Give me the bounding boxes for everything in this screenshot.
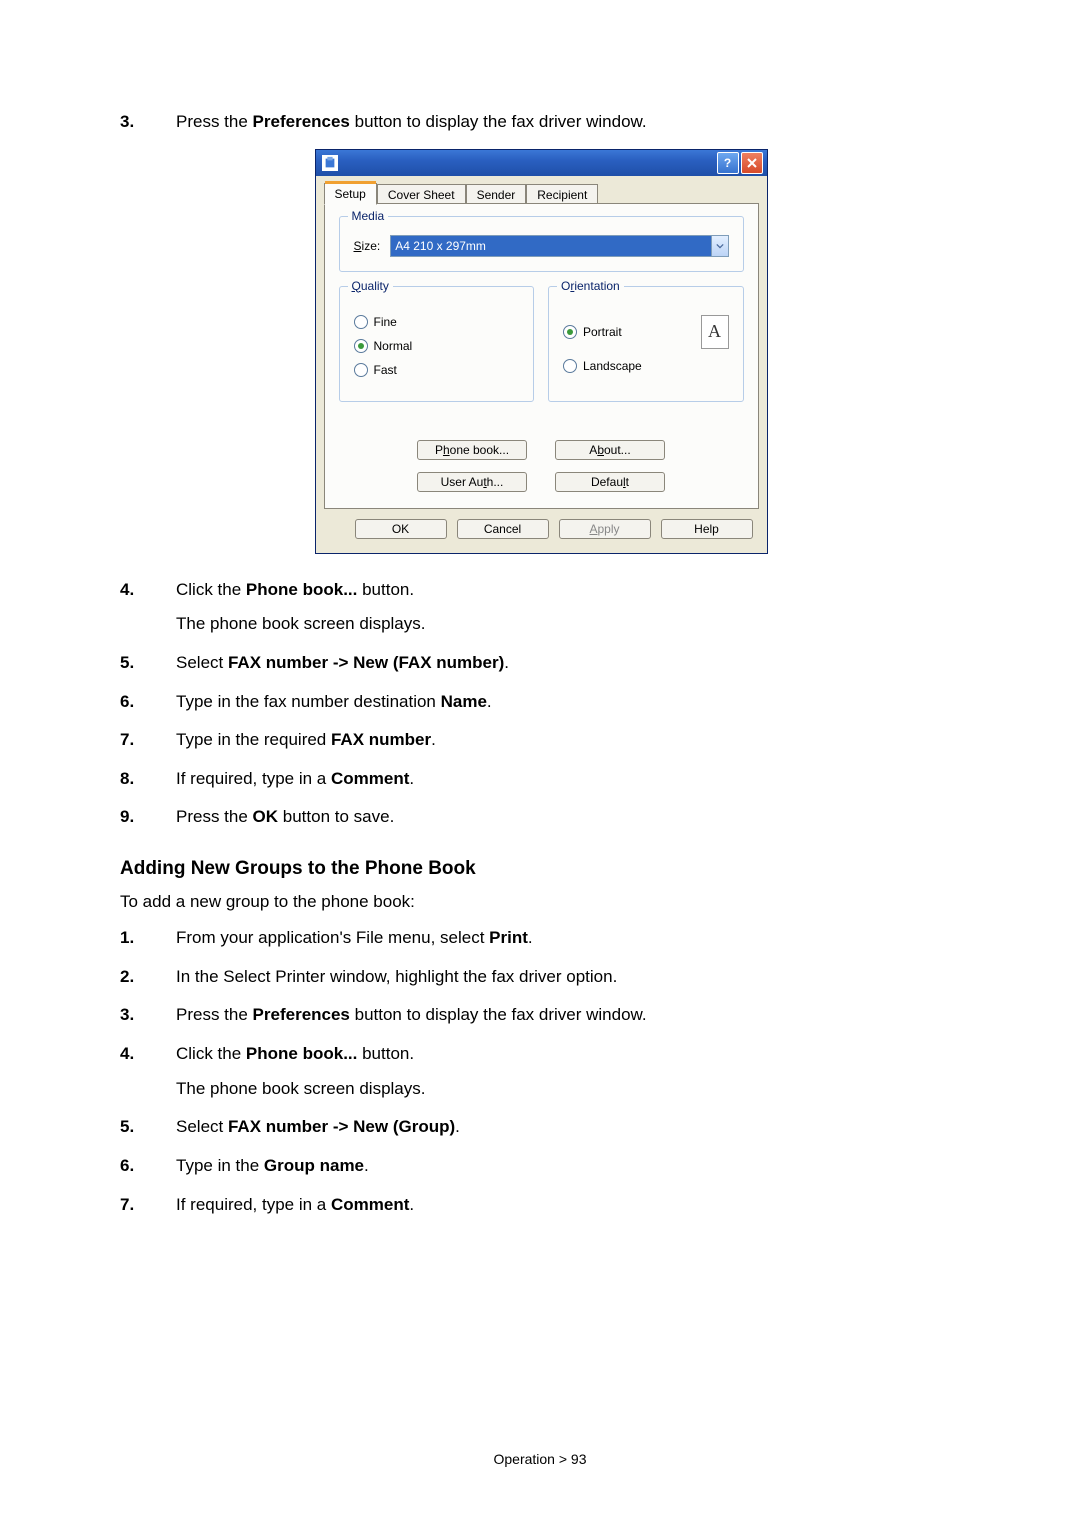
action-row-2: User Auth... Default: [339, 472, 744, 492]
quality-group-title: Quality: [348, 279, 393, 293]
chevron-down-icon[interactable]: [711, 236, 728, 256]
orientation-landscape[interactable]: Landscape: [563, 359, 729, 373]
list-item: 2. In the Select Printer window, highlig…: [120, 965, 960, 990]
app-icon: [322, 155, 338, 171]
step-body: Press the Preferences button to display …: [176, 110, 960, 135]
portrait-preview-icon: A: [701, 315, 729, 349]
tab-cover-sheet[interactable]: Cover Sheet: [377, 184, 466, 205]
quality-fast[interactable]: Fast: [354, 363, 520, 377]
size-combobox[interactable]: A4 210 x 297mm: [390, 235, 728, 257]
list-item: 8. If required, type in a Comment.: [120, 767, 960, 792]
section-intro: To add a new group to the phone book:: [120, 892, 960, 912]
list-item: 5. Select FAX number -> New (Group).: [120, 1115, 960, 1140]
user-auth-button[interactable]: User Auth...: [417, 472, 527, 492]
steps-list-b: 4. Click the Phone book... button. The p…: [120, 578, 960, 830]
media-group-title: Media: [348, 209, 389, 223]
radio-icon: [354, 363, 368, 377]
tab-setup[interactable]: Setup: [324, 183, 377, 205]
fax-driver-dialog-screenshot: ? Setup Cover Sheet Sender Recipient Med…: [315, 149, 766, 554]
list-item: 7. Type in the required FAX number.: [120, 728, 960, 753]
list-item: 7. If required, type in a Comment.: [120, 1193, 960, 1218]
ok-button[interactable]: OK: [355, 519, 447, 539]
size-label: Size:: [354, 239, 381, 253]
list-item: 1. From your application's File menu, se…: [120, 926, 960, 951]
about-button[interactable]: About...: [555, 440, 665, 460]
help-button[interactable]: Help: [661, 519, 753, 539]
page-footer: Operation > 93: [0, 1451, 1080, 1467]
action-row-1: Phone book... About...: [339, 440, 744, 460]
quality-fine[interactable]: Fine: [354, 315, 520, 329]
list-item: 6. Type in the Group name.: [120, 1154, 960, 1179]
cancel-button[interactable]: Cancel: [457, 519, 549, 539]
list-item: 6. Type in the fax number destination Na…: [120, 690, 960, 715]
orientation-group: Orientation Portrait A Landscape: [548, 286, 744, 402]
size-value: A4 210 x 297mm: [391, 236, 710, 256]
dialog-titlebar: ?: [316, 150, 767, 176]
list-item: 4. Click the Phone book... button. The p…: [120, 578, 960, 637]
list-item: 3. Press the Preferences button to displ…: [120, 110, 960, 135]
radio-icon: [563, 325, 577, 339]
radio-icon: [354, 339, 368, 353]
steps-list-c: 1. From your application's File menu, se…: [120, 926, 960, 1217]
tab-sender[interactable]: Sender: [466, 184, 527, 205]
phone-book-button[interactable]: Phone book...: [417, 440, 527, 460]
section-heading: Adding New Groups to the Phone Book: [120, 858, 960, 880]
radio-icon: [354, 315, 368, 329]
list-item: 3. Press the Preferences button to displ…: [120, 1003, 960, 1028]
media-group: Media Size: A4 210 x 297mm: [339, 216, 744, 272]
radio-icon: [563, 359, 577, 373]
tab-recipient[interactable]: Recipient: [526, 184, 598, 205]
default-button[interactable]: Default: [555, 472, 665, 492]
quality-normal[interactable]: Normal: [354, 339, 520, 353]
apply-button[interactable]: Apply: [559, 519, 651, 539]
dialog-window: ? Setup Cover Sheet Sender Recipient Med…: [315, 149, 768, 554]
titlebar-close-button[interactable]: [741, 152, 763, 174]
quality-group: Quality Fine Normal Fast: [339, 286, 535, 402]
step-number: 3.: [120, 110, 176, 135]
tab-strip: Setup Cover Sheet Sender Recipient: [324, 182, 759, 204]
dialog-client-area: Setup Cover Sheet Sender Recipient Media…: [316, 176, 767, 553]
tab-panel-setup: Media Size: A4 210 x 297mm: [324, 203, 759, 509]
orientation-group-title: Orientation: [557, 279, 624, 293]
list-item: 5. Select FAX number -> New (FAX number)…: [120, 651, 960, 676]
titlebar-help-button[interactable]: ?: [717, 152, 739, 174]
steps-list-a: 3. Press the Preferences button to displ…: [120, 110, 960, 135]
list-item: 9. Press the OK button to save.: [120, 805, 960, 830]
list-item: 4. Click the Phone book... button. The p…: [120, 1042, 960, 1101]
orientation-portrait[interactable]: Portrait A: [563, 315, 729, 349]
dialog-bottom-buttons: OK Cancel Apply Help: [324, 509, 759, 543]
